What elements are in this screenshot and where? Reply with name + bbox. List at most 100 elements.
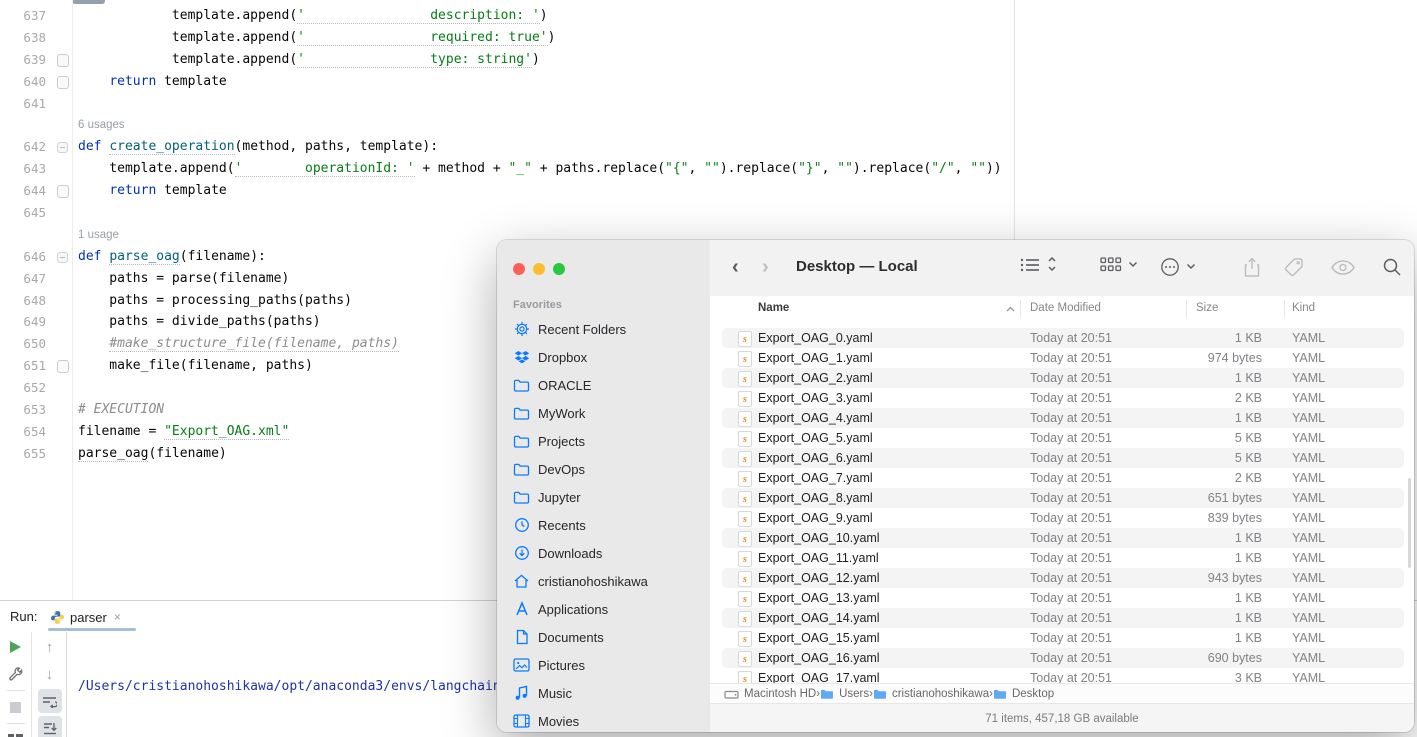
file-row[interactable]: sExport_OAG_3.yamlToday at 20:512 KBYAML xyxy=(710,388,1414,408)
breadcrumb-desktop[interactable]: Desktop xyxy=(993,688,1054,700)
file-row[interactable]: sExport_OAG_8.yamlToday at 20:51651 byte… xyxy=(710,488,1414,508)
code-line[interactable]: 637 template.append(' description: ') xyxy=(0,5,1014,27)
sidebar-item-movies[interactable]: Movies xyxy=(505,709,702,732)
gear-icon xyxy=(513,321,530,338)
code-line[interactable]: 645 xyxy=(0,202,1014,224)
code-line[interactable]: 638 template.append(' required: true') xyxy=(0,27,1014,49)
group-by-chevron[interactable] xyxy=(1128,261,1138,268)
sidebar-item-downloads[interactable]: Downloads xyxy=(505,541,702,565)
line-number: 650 xyxy=(0,333,46,355)
sidebar-item-jupyter[interactable]: Jupyter xyxy=(505,485,702,509)
code-line[interactable]: 641 xyxy=(0,93,1014,115)
breadcrumb-label: Desktop xyxy=(1012,688,1054,700)
file-row[interactable]: sExport_OAG_10.yamlToday at 20:511 KBYAM… xyxy=(710,528,1414,548)
column-header-size[interactable]: Size xyxy=(1196,302,1218,314)
sidebar-item-recents[interactable]: Recents xyxy=(505,513,702,537)
restore-layout-button[interactable] xyxy=(4,728,28,737)
more-actions-button[interactable] xyxy=(1160,257,1180,277)
file-row[interactable]: sExport_OAG_11.yamlToday at 20:511 KBYAM… xyxy=(710,548,1414,568)
sidebar-item-mywork[interactable]: MyWork xyxy=(505,401,702,425)
prev-occurrence-button[interactable]: ↑ xyxy=(38,635,62,659)
sidebar-item-cristianohoshikawa[interactable]: cristianohoshikawa xyxy=(505,569,702,593)
breadcrumb-macintosh-hd[interactable]: Macintosh HD xyxy=(724,688,816,701)
sidebar-item-oracle[interactable]: ORACLE xyxy=(505,373,702,397)
code-line[interactable]: 640 return template xyxy=(0,71,1014,93)
minimize-window-button[interactable] xyxy=(533,263,545,275)
file-name: Export_OAG_8.yaml xyxy=(758,491,873,505)
editor-scroll-indicator[interactable] xyxy=(72,0,105,4)
column-header-name[interactable]: Name xyxy=(758,302,789,314)
path-bar: Macintosh HD›Users›cristianohoshikawa›De… xyxy=(710,683,1414,704)
run-tab-parser[interactable]: parser × xyxy=(50,606,121,628)
file-row[interactable]: sExport_OAG_4.yamlToday at 20:511 KBYAML xyxy=(710,408,1414,428)
file-row[interactable]: sExport_OAG_14.yamlToday at 20:511 KBYAM… xyxy=(710,608,1414,628)
fold-marker-icon[interactable] xyxy=(57,142,68,153)
code-line[interactable]: 643 template.append(' operationId: ' + m… xyxy=(0,158,1014,180)
file-row[interactable]: sExport_OAG_6.yamlToday at 20:515 KBYAML xyxy=(710,448,1414,468)
file-kind: YAML xyxy=(1292,451,1325,465)
file-row[interactable]: sExport_OAG_9.yamlToday at 20:51839 byte… xyxy=(710,508,1414,528)
column-header-kind[interactable]: Kind xyxy=(1292,302,1315,314)
code-line[interactable]: 642def create_operation(method, paths, t… xyxy=(0,136,1014,158)
fold-marker-icon[interactable] xyxy=(57,252,68,263)
sidebar-item-applications[interactable]: Applications xyxy=(505,597,702,621)
yaml-file-icon: s xyxy=(738,331,752,347)
group-by-button[interactable] xyxy=(1100,257,1122,273)
close-window-button[interactable] xyxy=(513,263,525,275)
code-text: # EXECUTION xyxy=(78,399,164,421)
more-actions-chevron[interactable] xyxy=(1186,263,1196,270)
rerun-button[interactable] xyxy=(4,635,28,659)
share-icon xyxy=(1243,257,1261,278)
close-tab-icon[interactable]: × xyxy=(114,610,121,624)
file-row[interactable]: sExport_OAG_17.yamlToday at 20:513 KBYAM… xyxy=(710,668,1414,683)
code-line[interactable]: 6 usages xyxy=(0,114,1014,136)
sidebar-item-documents[interactable]: Documents xyxy=(505,625,702,649)
column-header-date-modified[interactable]: Date Modified xyxy=(1030,302,1101,314)
view-mode-stepper[interactable] xyxy=(1047,255,1057,273)
list-scrollbar[interactable] xyxy=(1408,478,1411,568)
sidebar-item-projects[interactable]: Projects xyxy=(505,429,702,453)
file-row[interactable]: sExport_OAG_12.yamlToday at 20:51943 byt… xyxy=(710,568,1414,588)
breadcrumb-users[interactable]: Users xyxy=(820,688,869,700)
breadcrumb-cristianohoshikawa[interactable]: cristianohoshikawa xyxy=(873,688,989,700)
back-button[interactable]: ‹ xyxy=(732,256,739,279)
run-toolbar: ↑ ↓ xyxy=(0,632,66,737)
scroll-to-end-button[interactable] xyxy=(38,716,62,737)
usages-hint[interactable]: 6 usages xyxy=(78,119,125,131)
sidebar-item-recent-folders[interactable]: Recent Folders xyxy=(505,317,702,341)
file-kind: YAML xyxy=(1292,531,1325,545)
file-row[interactable]: sExport_OAG_2.yamlToday at 20:511 KBYAML xyxy=(710,368,1414,388)
sidebar-item-devops[interactable]: DevOps xyxy=(505,457,702,481)
soft-wrap-button[interactable] xyxy=(38,689,62,713)
forward-button[interactable]: › xyxy=(762,256,769,279)
search-button[interactable] xyxy=(1382,257,1402,277)
view-mode-button[interactable] xyxy=(1020,257,1040,273)
file-row[interactable]: sExport_OAG_7.yamlToday at 20:512 KBYAML xyxy=(710,468,1414,488)
file-row[interactable]: sExport_OAG_0.yamlToday at 20:511 KBYAML xyxy=(710,328,1414,348)
sidebar-item-music[interactable]: Music xyxy=(505,681,702,705)
music-icon xyxy=(513,685,530,702)
stop-button[interactable] xyxy=(4,695,28,719)
sidebar-item-dropbox[interactable]: Dropbox xyxy=(505,345,702,369)
share-button[interactable] xyxy=(1243,257,1261,278)
file-row[interactable]: sExport_OAG_5.yamlToday at 20:515 KBYAML xyxy=(710,428,1414,448)
file-row[interactable]: sExport_OAG_16.yamlToday at 20:51690 byt… xyxy=(710,648,1414,668)
play-icon xyxy=(10,641,21,653)
file-row[interactable]: sExport_OAG_15.yamlToday at 20:511 KBYAM… xyxy=(710,628,1414,648)
next-occurrence-button[interactable]: ↓ xyxy=(38,662,62,686)
yaml-file-icon: s xyxy=(738,431,752,447)
run-settings-button[interactable] xyxy=(4,662,28,686)
preview-button[interactable] xyxy=(1331,260,1355,275)
code-line[interactable]: 644 return template xyxy=(0,180,1014,202)
image-icon xyxy=(513,657,530,674)
file-date-modified: Today at 20:51 xyxy=(1030,551,1112,565)
zoom-window-button[interactable] xyxy=(553,263,565,275)
usages-hint[interactable]: 1 usage xyxy=(78,229,119,241)
file-row[interactable]: sExport_OAG_1.yamlToday at 20:51974 byte… xyxy=(710,348,1414,368)
file-name: Export_OAG_12.yaml xyxy=(758,571,880,585)
code-text: make_file(filename, paths) xyxy=(78,355,313,377)
tags-button[interactable] xyxy=(1284,257,1304,277)
code-line[interactable]: 639 template.append(' type: string') xyxy=(0,49,1014,71)
sidebar-item-pictures[interactable]: Pictures xyxy=(505,653,702,677)
file-row[interactable]: sExport_OAG_13.yamlToday at 20:511 KBYAM… xyxy=(710,588,1414,608)
